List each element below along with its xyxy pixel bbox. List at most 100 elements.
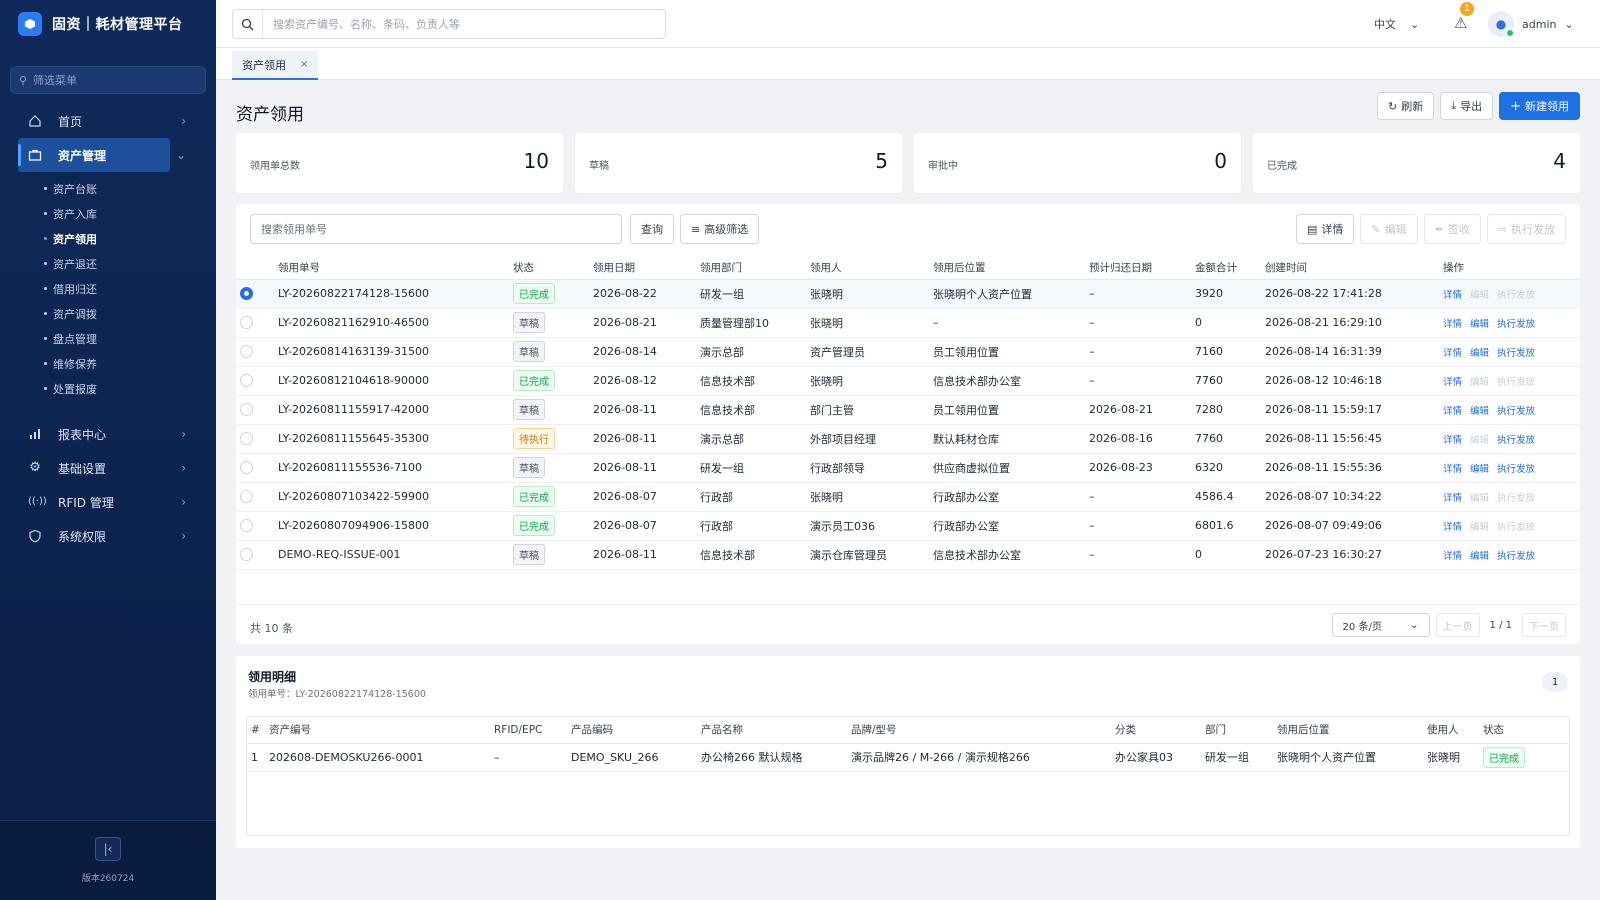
table-row[interactable]: LY-20260812104618-90000 已完成 2026-08-12 信息技术… — [236, 366, 1580, 396]
table-row[interactable]: LY-20260811155536-7100 草稿 2026-08-11 研发一组 行政… — [236, 453, 1580, 483]
detail-col-header: 领用后位置 — [1277, 717, 1427, 744]
export-button[interactable]: ⤓ 导出 — [1440, 92, 1494, 120]
bar-chart-icon — [28, 427, 42, 441]
row-issue-link[interactable]: 执行发放 — [1497, 493, 1535, 504]
table-row[interactable]: LY-20260811155645-35300 待执行 2026-08-11 演示总部… — [236, 424, 1580, 454]
row-radio[interactable] — [240, 519, 253, 533]
global-search[interactable] — [232, 9, 666, 39]
row-issue-link[interactable]: 执行发放 — [1497, 551, 1535, 562]
sub-item-disposal[interactable]: 处置报废 — [0, 376, 216, 401]
sub-item-asset-return[interactable]: 资产退还 — [0, 251, 216, 276]
status-badge: 已完成 — [513, 486, 555, 507]
row-radio[interactable] — [240, 374, 253, 388]
sign-button[interactable]: ✒ 签收 — [1423, 214, 1481, 244]
sidebar-nav: 首页 › 资产管理 ⌄ 资产台账 资产入库 资产领用 资产退还 借用归还 资产调… — [0, 104, 216, 553]
row-radio[interactable] — [240, 287, 253, 301]
cell-id: DEMO-REQ-ISSUE-001 — [278, 540, 513, 570]
row-edit-link[interactable]: 编辑 — [1470, 435, 1489, 446]
menu-filter[interactable]: ⚲ — [10, 66, 206, 94]
detail-cell: – — [494, 743, 571, 772]
row-edit-link[interactable]: 编辑 — [1470, 290, 1489, 301]
sub-item-borrow-return[interactable]: 借用归还 — [0, 276, 216, 301]
row-radio[interactable] — [240, 403, 253, 417]
row-select-cell — [236, 540, 278, 570]
table-row[interactable]: LY-20260807094906-15800 已完成 2026-08-07 行政部演… — [236, 511, 1580, 541]
row-radio[interactable] — [240, 316, 253, 330]
table-row[interactable]: DEMO-REQ-ISSUE-001 草稿 2026-08-11 信息技术部 演示仓库管… — [236, 540, 1580, 570]
row-edit-link[interactable]: 编辑 — [1470, 377, 1489, 388]
sub-item-maintenance[interactable]: 维修保养 — [0, 351, 216, 376]
row-detail-link[interactable]: 详情 — [1443, 522, 1462, 533]
issue-button[interactable]: ⇨ 执行发放 — [1486, 214, 1566, 244]
global-search-input[interactable] — [273, 17, 653, 31]
row-detail-link[interactable]: 详情 — [1443, 377, 1462, 388]
row-issue-link[interactable]: 执行发放 — [1497, 319, 1535, 330]
table-row[interactable]: LY-20260822174128-15600 已完成 2026-08-22 研发一组… — [236, 279, 1580, 309]
sidebar-item-reports[interactable]: 报表中心 › — [0, 417, 216, 451]
alert-icon[interactable]: ⚠ — [1454, 14, 1472, 32]
row-detail-link[interactable]: 详情 — [1443, 493, 1462, 504]
page-size-select[interactable]: 20 条/页 ⌄ — [1331, 613, 1430, 637]
query-button[interactable]: 查询 — [630, 214, 674, 244]
sidebar-item-settings[interactable]: ⚙ 基础设置 › — [0, 451, 216, 485]
detail-row[interactable]: 1 202608-DEMOSKU266-0001 – DEMO_SKU_266 … — [247, 743, 1569, 772]
row-edit-link[interactable]: 编辑 — [1470, 464, 1489, 475]
edit-button[interactable]: ✎ 编辑 — [1360, 214, 1418, 244]
close-icon[interactable]: × — [300, 59, 308, 70]
row-issue-link[interactable]: 执行发放 — [1497, 464, 1535, 475]
search-icon[interactable] — [233, 10, 263, 38]
row-edit-link[interactable]: 编辑 — [1470, 319, 1489, 330]
sidebar-item-rfid[interactable]: ((·)) RFID 管理 › — [0, 485, 216, 519]
brand[interactable]: 固资｜耗材管理平台 — [0, 0, 216, 48]
row-issue-link[interactable]: 执行发放 — [1497, 522, 1535, 533]
language-selector[interactable]: 中文 ⌄ — [1374, 16, 1419, 32]
row-detail-link[interactable]: 详情 — [1443, 290, 1462, 301]
refresh-button[interactable]: ↻ 刷新 — [1377, 92, 1435, 120]
sub-item-asset-requisition[interactable]: 资产领用 — [0, 226, 216, 251]
sub-item-asset-inbound[interactable]: 资产入库 — [0, 201, 216, 226]
row-edit-link[interactable]: 编辑 — [1470, 493, 1489, 504]
row-edit-link[interactable]: 编辑 — [1470, 348, 1489, 359]
menu-filter-input[interactable] — [33, 73, 194, 87]
col-header: 领用日期 — [593, 257, 700, 280]
sidebar-item-permissions[interactable]: 系统权限 › — [0, 519, 216, 553]
table-row[interactable]: LY-20260807103422-59900 已完成 2026-08-07 行政部张… — [236, 482, 1580, 512]
row-radio[interactable] — [240, 461, 253, 475]
row-detail-link[interactable]: 详情 — [1443, 348, 1462, 359]
row-issue-link[interactable]: 执行发放 — [1497, 348, 1535, 359]
sidebar-item-asset-management[interactable]: 资产管理 ⌄ — [18, 138, 186, 172]
sub-item-inventory[interactable]: 盘点管理 — [0, 326, 216, 351]
row-edit-link[interactable]: 编辑 — [1470, 551, 1489, 562]
row-issue-link[interactable]: 执行发放 — [1497, 377, 1535, 388]
next-page-button[interactable]: 下一页 — [1522, 613, 1566, 637]
row-detail-link[interactable]: 详情 — [1443, 319, 1462, 330]
cell-return-date: 2026-08-23 — [1089, 453, 1195, 483]
sidebar-item-home[interactable]: 首页 › — [0, 104, 216, 138]
requisition-search-input[interactable] — [250, 214, 622, 244]
advanced-filter-button[interactable]: ≡ 高级筛选 — [680, 214, 760, 244]
row-edit-link[interactable]: 编辑 — [1470, 522, 1489, 533]
row-detail-link[interactable]: 详情 — [1443, 464, 1462, 475]
row-radio[interactable] — [240, 345, 253, 359]
prev-page-button[interactable]: 上一页 — [1435, 613, 1480, 637]
row-edit-link[interactable]: 编辑 — [1470, 406, 1489, 417]
row-detail-link[interactable]: 详情 — [1443, 406, 1462, 417]
tab-asset-requisition[interactable]: 资产领用 × — [232, 51, 319, 80]
table-row[interactable]: LY-20260811155917-42000 草稿 2026-08-11 信息技术部… — [236, 395, 1580, 425]
table-row[interactable]: LY-20260821162910-46500 草稿 2026-08-21 质量管理部… — [236, 308, 1580, 338]
create-requisition-button[interactable]: + 新建领用 — [1499, 92, 1580, 120]
sub-item-asset-transfer[interactable]: 资产调拨 — [0, 301, 216, 326]
row-radio[interactable] — [240, 548, 253, 562]
row-detail-link[interactable]: 详情 — [1443, 435, 1462, 446]
sub-item-asset-ledger[interactable]: 资产台账 — [0, 176, 216, 201]
user-menu[interactable]: ● admin ⌄ — [1488, 11, 1574, 37]
row-radio[interactable] — [240, 490, 253, 504]
row-issue-link[interactable]: 执行发放 — [1497, 290, 1535, 301]
detail-button[interactable]: ▤ 详情 — [1295, 214, 1355, 244]
row-issue-link[interactable]: 执行发放 — [1497, 406, 1535, 417]
collapse-sidebar-button[interactable]: |‹ — [95, 837, 121, 861]
row-detail-link[interactable]: 详情 — [1443, 551, 1462, 562]
table-row[interactable]: LY-20260814163139-31500 草稿 2026-08-14 演示总部资… — [236, 337, 1580, 367]
row-issue-link[interactable]: 执行发放 — [1497, 435, 1535, 446]
row-radio[interactable] — [240, 432, 253, 446]
